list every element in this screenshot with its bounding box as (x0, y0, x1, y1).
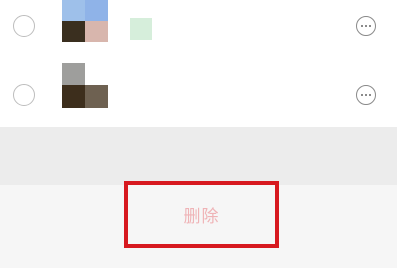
thumbnail-tile (85, 63, 108, 85)
item-thumbnail (62, 63, 108, 108)
thumbnail-tile (62, 85, 85, 108)
file-list (0, 0, 397, 127)
thumbnail-tile (62, 21, 85, 42)
select-radio[interactable] (13, 15, 35, 37)
thumbnail-tile (62, 63, 85, 85)
item-thumbnail (62, 0, 108, 42)
select-radio[interactable] (13, 84, 35, 106)
delete-button-label: 删除 (183, 207, 220, 227)
thumbnail-tile (85, 0, 108, 21)
list-item[interactable] (0, 0, 397, 63)
more-horizontal-icon[interactable] (356, 85, 376, 105)
thumbnail-tile (85, 85, 108, 108)
thumbnail-tile (85, 21, 108, 42)
thumbnail-tile (62, 0, 85, 21)
section-divider (0, 127, 397, 185)
more-horizontal-icon[interactable] (356, 16, 376, 36)
list-item[interactable] (0, 63, 397, 126)
item-tag (130, 18, 152, 40)
delete-button[interactable]: 删除 (124, 181, 279, 248)
